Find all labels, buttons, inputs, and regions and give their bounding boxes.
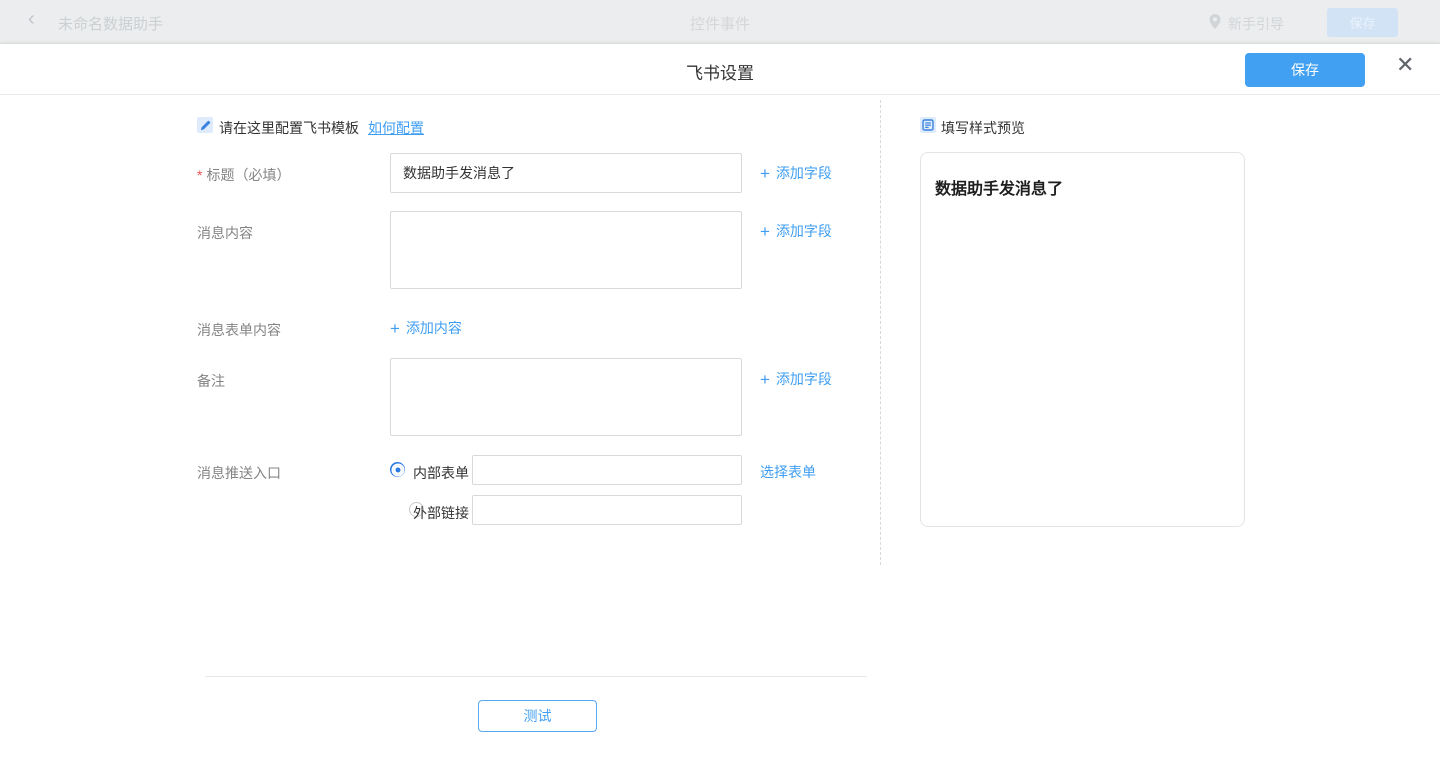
plus-icon: + bbox=[760, 223, 770, 240]
content-textarea[interactable] bbox=[390, 211, 742, 289]
plus-icon: + bbox=[760, 371, 770, 388]
topbar-center-title: 控件事件 bbox=[0, 13, 1440, 34]
internal-form-radio-label[interactable]: 内部表单 bbox=[413, 463, 469, 483]
form-content-field-label: 消息表单内容 bbox=[197, 320, 281, 340]
bottom-divider bbox=[205, 676, 867, 677]
content-field-label: 消息内容 bbox=[197, 223, 253, 243]
plus-icon: + bbox=[390, 320, 400, 337]
test-button[interactable]: 测试 bbox=[478, 700, 597, 732]
modal-body: 请在这里配置飞书模板 如何配置 *标题（必填） + 添加字段 消息内容 + 添加… bbox=[0, 44, 1440, 757]
content-add-field-link[interactable]: + 添加字段 bbox=[760, 221, 832, 241]
plus-icon: + bbox=[760, 165, 770, 182]
external-link-input[interactable] bbox=[472, 495, 742, 525]
internal-form-input[interactable] bbox=[472, 455, 742, 485]
form-content-add-link[interactable]: + 添加内容 bbox=[390, 318, 462, 338]
topbar: ‹ 未命名数据助手 控件事件 新手引导 保存 bbox=[0, 0, 1440, 44]
preview-doc-icon bbox=[920, 117, 936, 133]
location-pin-icon bbox=[1208, 13, 1222, 30]
preview-card: 数据助手发消息了 bbox=[920, 152, 1245, 527]
pencil-icon bbox=[197, 117, 213, 133]
remark-field-label: 备注 bbox=[197, 371, 225, 391]
title-input[interactable] bbox=[390, 153, 742, 193]
vertical-divider bbox=[880, 100, 881, 565]
title-field-label: *标题（必填） bbox=[197, 165, 290, 185]
remark-textarea[interactable] bbox=[390, 358, 742, 436]
remark-add-field-link[interactable]: + 添加字段 bbox=[760, 369, 832, 389]
topbar-save-button: 保存 bbox=[1327, 8, 1398, 37]
entry-field-label: 消息推送入口 bbox=[197, 463, 281, 483]
feishu-settings-modal: 飞书设置 保存 ✕ 请在这里配置飞书模板 如何配置 *标题（必填） + 添加字段… bbox=[0, 44, 1440, 757]
external-link-radio-label[interactable]: 外部链接 bbox=[413, 503, 469, 523]
config-header-text: 请在这里配置飞书模板 bbox=[219, 118, 359, 138]
select-form-link[interactable]: 选择表单 bbox=[760, 462, 816, 482]
required-mark: * bbox=[197, 167, 202, 183]
guide-label[interactable]: 新手引导 bbox=[1228, 14, 1284, 34]
title-add-field-link[interactable]: + 添加字段 bbox=[760, 163, 832, 183]
how-to-configure-link[interactable]: 如何配置 bbox=[368, 118, 424, 138]
preview-card-title: 数据助手发消息了 bbox=[935, 175, 1230, 199]
preview-header: 填写样式预览 bbox=[941, 118, 1025, 138]
internal-form-radio[interactable] bbox=[390, 462, 405, 477]
